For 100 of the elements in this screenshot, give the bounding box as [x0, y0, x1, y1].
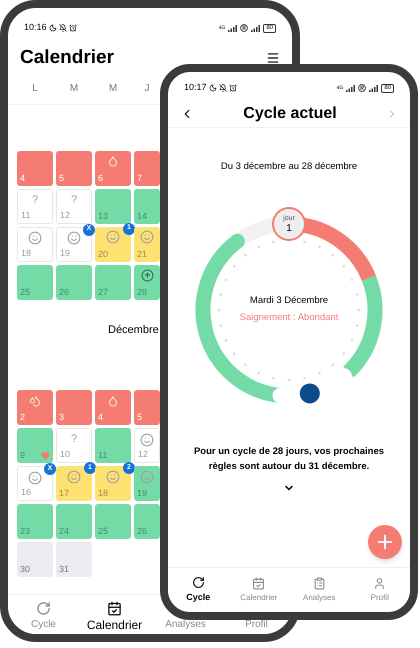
day-number: 6 — [98, 174, 104, 182]
day-cell[interactable]: 28 — [134, 264, 160, 300]
drop-icon — [107, 394, 119, 406]
day-number: 9 — [20, 451, 26, 460]
day-cell[interactable]: 25 — [95, 504, 131, 539]
cycle-range: Du 3 décembre au 28 décembre — [220, 160, 358, 174]
day-number: 5 — [59, 174, 64, 182]
page-title: Calendrier — [20, 46, 114, 70]
day-number: 28 — [137, 288, 148, 296]
day-cell[interactable]: 4 — [95, 390, 131, 425]
day-cell[interactable]: 2 — [17, 390, 53, 425]
question-mark: ? — [70, 434, 78, 445]
prediction-text: Pour un cycle de 28 jours, vos prochaines règles sont autour du 31 décembre. — [192, 445, 386, 474]
day-number: 18 — [98, 489, 108, 498]
day-number: 3 — [59, 413, 64, 422]
day-cell[interactable]: 13 — [95, 188, 131, 224]
day-cell[interactable]: 9 — [17, 428, 53, 463]
day-cell[interactable]: 4 — [17, 150, 53, 186]
baby-face-icon — [67, 231, 81, 245]
signal-icon — [251, 24, 260, 32]
day-cell[interactable]: ? 10 — [56, 428, 92, 463]
baby-face-icon — [67, 470, 81, 484]
user-icon — [373, 577, 386, 590]
signal-icon — [346, 84, 356, 92]
heart-icon — [41, 451, 50, 460]
day-cell[interactable]: 23 — [17, 504, 53, 539]
alarm-icon — [228, 84, 237, 92]
page-title: Cycle actuel — [243, 104, 337, 124]
day-number: 25 — [98, 527, 108, 536]
nav-tab[interactable]: Cycle — [168, 568, 228, 612]
day-cell[interactable]: ? 12 — [56, 188, 92, 224]
day-cell[interactable]: 24 — [56, 504, 92, 539]
day-cell[interactable]: 19 — [134, 466, 160, 501]
day-cell[interactable]: 27 — [95, 264, 131, 300]
day-number: 11 — [98, 451, 108, 460]
day-number: 26 — [137, 527, 148, 536]
registered-icon — [358, 84, 366, 92]
day-cell[interactable]: 7 — [134, 150, 160, 186]
day-number: 25 — [20, 288, 30, 296]
day-number: 27 — [98, 288, 108, 296]
day-number: 24 — [59, 527, 70, 536]
day-cell[interactable]: 14 — [134, 188, 160, 224]
day-cell[interactable]: 11 — [95, 428, 131, 463]
registered-icon — [240, 24, 248, 32]
menu-icon[interactable] — [266, 51, 280, 66]
day-number: 31 — [59, 565, 70, 574]
baby-face-icon — [140, 432, 154, 446]
weekday-label: L — [31, 82, 39, 96]
day-cell[interactable]: 31 — [56, 542, 92, 577]
day-cell[interactable]: 25 — [17, 264, 53, 300]
day-number: 2 — [20, 413, 26, 422]
moon-icon — [48, 24, 57, 32]
day-cell[interactable]: 26 — [134, 504, 160, 539]
month-label: Décembre — [108, 322, 159, 338]
day-cell[interactable]: 21 — [134, 226, 160, 262]
day-cell[interactable]: 5 — [56, 150, 92, 186]
day-number: 19 — [60, 248, 70, 258]
day-cell[interactable]: 30 — [17, 542, 53, 577]
baby-face-icon — [106, 230, 120, 244]
day-number: 7 — [137, 174, 142, 182]
day-number: 14 — [137, 212, 148, 220]
nav-tab[interactable]: Analyses — [165, 618, 206, 634]
nav-tab[interactable]: Profil — [245, 618, 268, 634]
day-number: 12 — [138, 450, 148, 459]
day-number: 12 — [60, 210, 70, 220]
signal-icon — [228, 24, 238, 32]
day-cell[interactable]: 18 — [17, 226, 53, 262]
baby-face-icon — [106, 470, 120, 484]
day-number: 13 — [98, 212, 108, 220]
refresh-icon — [192, 576, 205, 588]
day-number: 5 — [137, 413, 142, 422]
calendar-icon — [106, 601, 122, 616]
bleeding-status: Saignement : Abondant — [240, 310, 338, 324]
day-cell[interactable]: 5 — [134, 390, 160, 425]
day-number: 16 — [21, 488, 32, 497]
nav-tab[interactable]: Profil — [350, 569, 410, 612]
drop-icon — [107, 155, 119, 167]
bell-off-icon — [218, 84, 227, 92]
nav-tab[interactable]: Analyses — [289, 569, 350, 612]
nav-tab[interactable]: Calendrier — [228, 569, 289, 612]
day-number: 4 — [98, 413, 104, 422]
calendar-icon — [252, 577, 266, 590]
day-number: 30 — [20, 565, 30, 574]
add-button[interactable] — [368, 524, 402, 558]
day-number: 20 — [98, 250, 108, 258]
day-cell[interactable]: 6 — [95, 150, 131, 186]
day-cell[interactable]: ? 11 — [17, 188, 53, 224]
day-number: 21 — [137, 250, 148, 258]
day-cell[interactable]: 12 — [134, 428, 160, 463]
nav-tab[interactable]: Calendrier — [86, 601, 142, 634]
signal-icon — [369, 84, 378, 92]
question-mark: ? — [70, 194, 78, 206]
arrow-up-circle-icon — [140, 268, 154, 282]
question-mark: ? — [32, 194, 38, 206]
selected-date: Mardi 3 Décembre — [250, 294, 328, 308]
nav-tab[interactable]: Cycle — [30, 601, 56, 634]
day-cell[interactable]: 3 — [56, 390, 92, 425]
status-time: 10:17 — [184, 81, 207, 94]
day-cell[interactable]: 26 — [56, 264, 92, 300]
clipboard-icon — [312, 577, 326, 590]
